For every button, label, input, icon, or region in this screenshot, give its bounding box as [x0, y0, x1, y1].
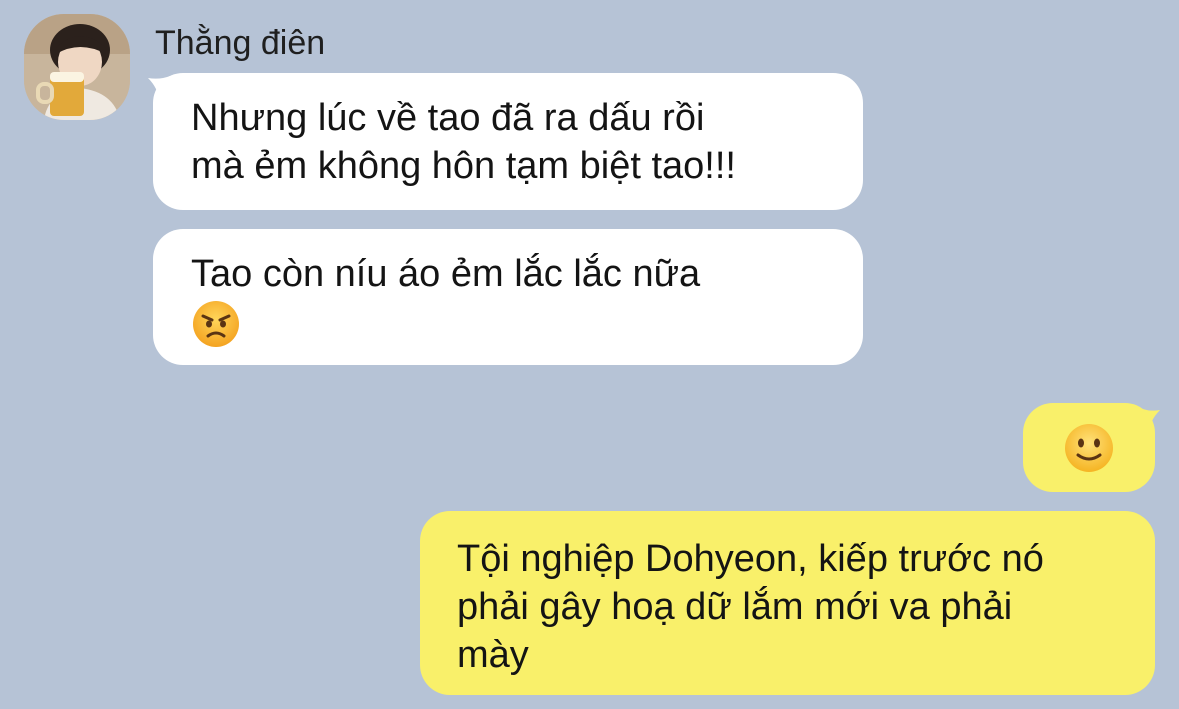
message-text-line: Tội nghiệp Dohyeon, kiếp trước nó: [457, 538, 1044, 580]
message-text-line: phải gây hoạ dữ lắm mới va phải: [457, 586, 1013, 628]
message-text-line: mày: [457, 634, 529, 676]
message-bubble-incoming[interactable]: Nhưng lúc về tao đã ra dấu rồi mà ẻm khô…: [153, 73, 863, 210]
avatar-photo: [24, 14, 130, 120]
message-text-line: Tao còn níu áo ẻm lắc lắc nữa: [191, 253, 701, 295]
message-bubble-outgoing[interactable]: Tội nghiệp Dohyeon, kiếp trước nó phải g…: [420, 511, 1155, 695]
sender-name: Thằng điên: [155, 24, 326, 62]
message-text-line: Nhưng lúc về tao đã ra dấu rồi: [191, 97, 705, 139]
slightly-smiling-face-emoji: [1065, 424, 1113, 472]
contact-avatar[interactable]: [24, 14, 130, 120]
message-text-line: mà ẻm không hôn tạm biệt tao!!!: [191, 145, 736, 187]
message-bubble-incoming[interactable]: Tao còn níu áo ẻm lắc lắc nữa: [153, 229, 863, 365]
message-bubble-outgoing[interactable]: [1023, 403, 1155, 492]
angry-face-emoji: [193, 300, 239, 347]
